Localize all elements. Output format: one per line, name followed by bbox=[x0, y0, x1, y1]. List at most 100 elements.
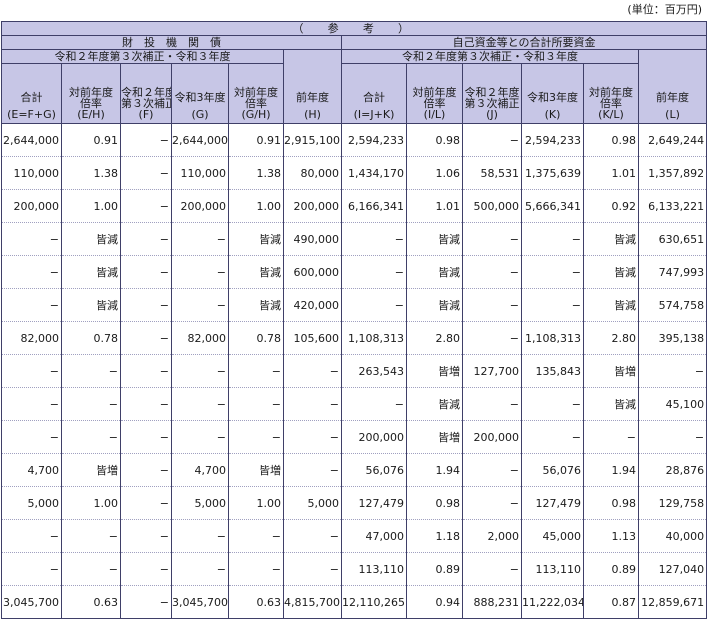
table-cell: − bbox=[1, 255, 62, 289]
table-cell: − bbox=[462, 552, 522, 586]
table-cell: − bbox=[120, 255, 172, 289]
table-cell: 0.91 bbox=[228, 123, 284, 157]
table-cell: 1,108,313 bbox=[521, 321, 584, 355]
table-cell: − bbox=[171, 519, 229, 553]
table-cell: − bbox=[120, 354, 172, 388]
table-cell: 2,594,233 bbox=[521, 123, 584, 157]
table-cell: − bbox=[283, 552, 342, 586]
table-cell: 皆減 bbox=[583, 255, 639, 289]
table-cell: 1.38 bbox=[228, 156, 284, 190]
table-cell: 420,000 bbox=[283, 288, 342, 322]
table-cell: − bbox=[283, 387, 342, 421]
table-cell: 263,543 bbox=[341, 354, 407, 388]
table-cell: − bbox=[341, 387, 407, 421]
table-cell: 2,594,233 bbox=[341, 123, 407, 157]
table-cell: 80,000 bbox=[283, 156, 342, 190]
table-cell: 6,133,221 bbox=[637, 189, 708, 223]
table-cell: 4,700 bbox=[171, 453, 229, 487]
table-cell: 2.80 bbox=[583, 321, 639, 355]
table-row: − − − − − −263,543 皆増 127,700 135,843 皆増 − bbox=[1, 354, 708, 388]
table-cell: 皆減 bbox=[61, 288, 121, 322]
table-cell: 200,000 bbox=[171, 189, 229, 223]
table-cell: − bbox=[120, 156, 172, 190]
table-cell: 皆減 bbox=[61, 255, 121, 289]
table-cell: − bbox=[637, 420, 708, 454]
table-cell: − bbox=[120, 552, 172, 586]
table-row: 82,000 0.78−82,000 0.78 105,600 1,108,313 2.8… bbox=[1, 321, 708, 355]
table-cell: 皆減 bbox=[228, 288, 284, 322]
table-cell: − bbox=[171, 222, 229, 256]
table-cell: − bbox=[120, 585, 172, 619]
table-cell: 0.78 bbox=[228, 321, 284, 355]
table-cell: 1.00 bbox=[61, 486, 121, 520]
table-cell: 395,138 bbox=[637, 321, 708, 355]
table-cell: 1.94 bbox=[406, 453, 463, 487]
col-header-2: 対前年度 倍率 (E/H) bbox=[61, 63, 121, 124]
table-cell: − bbox=[228, 387, 284, 421]
table-cell: 1.00 bbox=[228, 486, 284, 520]
col-header-9: 令和２年度 第３次補正 (J) bbox=[462, 63, 522, 124]
table-cell: − bbox=[283, 519, 342, 553]
table-cell: − bbox=[61, 354, 121, 388]
col-header-4: 令和3年度 (G) bbox=[171, 63, 229, 124]
table-cell: − bbox=[1, 387, 62, 421]
table-cell: − bbox=[462, 255, 522, 289]
table-cell: − bbox=[283, 354, 342, 388]
col-header-3: 令和２年度 第３次補正 (F) bbox=[120, 63, 172, 124]
table-cell: 11,222,034 bbox=[521, 585, 584, 619]
table-cell: 0.92 bbox=[583, 189, 639, 223]
col-header-6: 前年度 (H) bbox=[283, 49, 342, 124]
table-cell: 皆増 bbox=[583, 354, 639, 388]
table-cell: 56,076 bbox=[521, 453, 584, 487]
table-cell: 40,000 bbox=[637, 519, 708, 553]
subgroup-header-right: 令和２年度第３次補正・令和３年度 bbox=[341, 49, 639, 64]
table-cell: − bbox=[120, 519, 172, 553]
table-cell: 3,045,700 bbox=[171, 585, 229, 619]
table-cell: 110,000 bbox=[1, 156, 62, 190]
table-row: − 皆減 − − 皆減 490,000− 皆減 − − 皆減 630,651 bbox=[1, 222, 708, 256]
table-row: − 皆減 − − 皆減 420,000− 皆減 − − 皆減 574,758 bbox=[1, 288, 708, 322]
table-cell: 1.18 bbox=[406, 519, 463, 553]
table-cell: 113,110 bbox=[521, 552, 584, 586]
table-cell: 皆減 bbox=[583, 222, 639, 256]
table-cell: 皆減 bbox=[583, 288, 639, 322]
table-row: 200,000 1.00−200,000 1.00 200,000 6,166,341 1… bbox=[1, 189, 708, 223]
table-cell: 200,000 bbox=[462, 420, 522, 454]
table-cell: 皆増 bbox=[406, 354, 463, 388]
table-cell: 6,166,341 bbox=[341, 189, 407, 223]
table-cell: − bbox=[341, 222, 407, 256]
table-cell: 2.80 bbox=[406, 321, 463, 355]
table-cell: − bbox=[462, 123, 522, 157]
group-header-bonds: 財 投 機 関 債 bbox=[1, 35, 342, 50]
table-cell: − bbox=[228, 420, 284, 454]
table-row: − − − − − −200,000 皆増 200,000− − − bbox=[1, 420, 708, 454]
table-cell: − bbox=[171, 387, 229, 421]
table-cell: − bbox=[120, 387, 172, 421]
table-cell: 0.63 bbox=[61, 585, 121, 619]
table-cell: 皆減 bbox=[406, 255, 463, 289]
table-row: − − − − − − − 皆減 − − 皆減 45,100 bbox=[1, 387, 708, 421]
table-cell: 2,649,244 bbox=[637, 123, 708, 157]
table-cell: 127,700 bbox=[462, 354, 522, 388]
col-header-7: 合計 (I=J+K) bbox=[341, 63, 407, 124]
table-cell: 1,375,639 bbox=[521, 156, 584, 190]
reference-table: （ 参 考 ） 財 投 機 関 債 自己資金等との合計所要資金 令和２年度第３次… bbox=[0, 21, 708, 619]
table-cell: − bbox=[1, 354, 62, 388]
table-cell: 2,915,100 bbox=[283, 123, 342, 157]
table-cell: 0.78 bbox=[61, 321, 121, 355]
table-cell: 5,000 bbox=[1, 486, 62, 520]
table-cell: 0.89 bbox=[583, 552, 639, 586]
table-cell: − bbox=[171, 255, 229, 289]
table-row: 4,700 皆増 −4,700 皆増 −56,076 1.94−56,076 1.94 28,… bbox=[1, 453, 708, 487]
table-cell: − bbox=[1, 519, 62, 553]
col-header-11: 対前年度 倍率 (K/L) bbox=[583, 63, 639, 124]
table-cell: 47,000 bbox=[341, 519, 407, 553]
table-cell: 135,843 bbox=[521, 354, 584, 388]
table-cell: 127,479 bbox=[521, 486, 584, 520]
table-cell: − bbox=[462, 321, 522, 355]
table-cell: 皆減 bbox=[406, 288, 463, 322]
table-cell: 574,758 bbox=[637, 288, 708, 322]
table-cell: 0.98 bbox=[406, 123, 463, 157]
table-cell: − bbox=[61, 420, 121, 454]
table-cell: − bbox=[521, 387, 584, 421]
